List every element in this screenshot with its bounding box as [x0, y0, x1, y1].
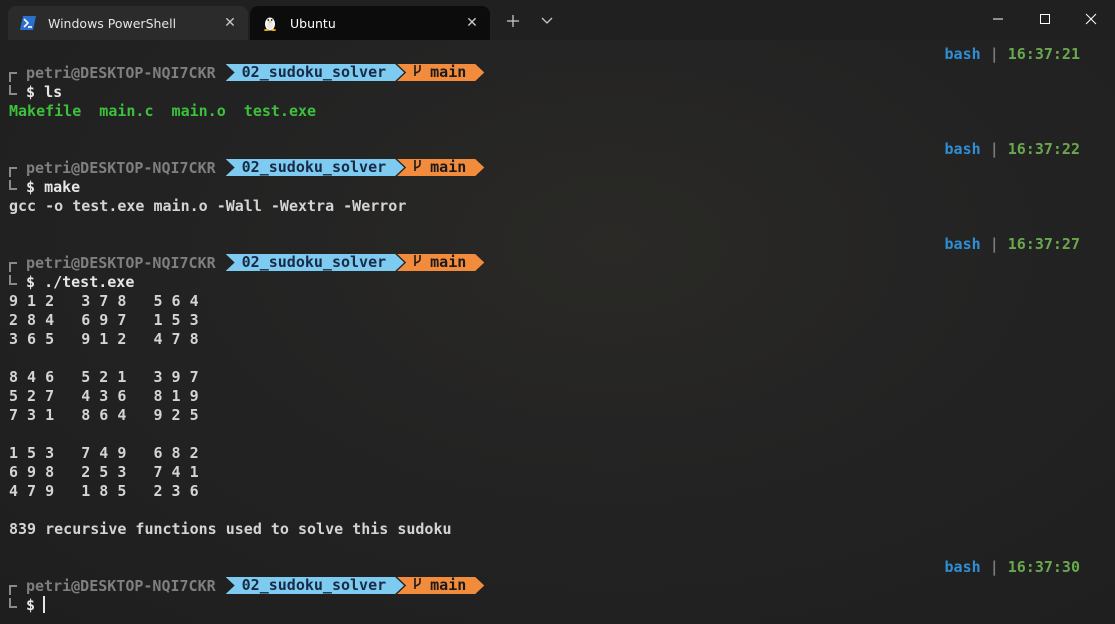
command-line: $ make: [9, 178, 80, 197]
git-branch-icon: [413, 158, 422, 177]
prompt-symbol: $: [26, 273, 36, 291]
output-line: 5 2 7 4 3 6 8 1 9: [9, 387, 199, 405]
terminal-output[interactable]: bash | 16:37:21 petri@DESKTOP-NQI7CKR 02_s…: [0, 40, 1115, 624]
git-branch-icon: [413, 576, 422, 595]
close-icon: [1085, 13, 1097, 25]
command-text: make: [44, 178, 81, 196]
prompt-line: petri@DESKTOP-NQI7CKR 02_sudoku_solver mai…: [9, 577, 484, 596]
output-line: Makefile main.c main.o test.exe: [9, 102, 317, 120]
prompt-corner-top: [9, 166, 17, 177]
user-host: petri@DESKTOP-NQI7CKR: [26, 64, 216, 82]
title-bar: Windows PowerShell ✕ Ubuntu ✕: [0, 0, 1115, 40]
branch-label: main: [430, 576, 467, 594]
git-segment: main: [397, 254, 484, 271]
right-prompt: bash | 16:37:27: [945, 235, 1080, 254]
command-line: $ ls: [9, 83, 62, 102]
git-segment: main: [397, 64, 484, 81]
branch-label: main: [430, 63, 467, 81]
output-line: 1 5 3 7 4 9 6 8 2: [9, 444, 199, 462]
powershell-icon: [20, 15, 36, 31]
shell-name: bash: [944, 45, 981, 63]
shell-name: bash: [944, 140, 981, 158]
tab-label: Ubuntu: [290, 15, 336, 31]
tab-windows-powershell[interactable]: Windows PowerShell ✕: [8, 6, 248, 40]
separator: |: [989, 140, 999, 158]
prompt-corner-bottom: [9, 179, 17, 190]
separator: |: [989, 235, 999, 253]
directory-segment: 02_sudoku_solver: [226, 64, 405, 81]
prompt-corner-bottom: [9, 597, 17, 608]
command-line: $ ./test.exe: [9, 273, 134, 292]
prompt-symbol: $: [26, 596, 36, 614]
prompt-corner-top: [9, 261, 17, 272]
output-line: 3 6 5 9 1 2 4 7 8: [9, 330, 199, 348]
output-line: 4 7 9 1 8 5 2 3 6: [9, 482, 199, 500]
directory-segment: 02_sudoku_solver: [226, 254, 405, 271]
close-icon[interactable]: ✕: [218, 11, 242, 35]
command-text: ls: [44, 83, 63, 101]
git-branch-icon: [413, 253, 422, 272]
directory-label: 02_sudoku_solver: [241, 63, 387, 81]
right-prompt: bash | 16:37:21: [945, 45, 1080, 64]
tab-dropdown-button[interactable]: [534, 10, 560, 32]
user-host: petri@DESKTOP-NQI7CKR: [26, 159, 216, 177]
branch-label: main: [430, 158, 467, 176]
directory-label: 02_sudoku_solver: [241, 253, 387, 271]
git-segment: main: [397, 577, 484, 594]
user-host: petri@DESKTOP-NQI7CKR: [26, 577, 216, 595]
output-line: 8 4 6 5 2 1 3 9 7: [9, 368, 199, 386]
tab-label: Windows PowerShell: [48, 15, 177, 31]
timestamp: 16:37:21: [1007, 45, 1080, 63]
git-segment: main: [397, 159, 484, 176]
output-line: 9 1 2 3 7 8 5 6 4: [9, 292, 199, 310]
prompt-symbol: $: [26, 178, 36, 196]
user-host: petri@DESKTOP-NQI7CKR: [26, 254, 216, 272]
separator: |: [989, 558, 999, 576]
prompt-corner-top: [9, 584, 17, 595]
timestamp: 16:37:27: [1007, 235, 1080, 253]
command-line: $: [9, 596, 46, 615]
output-line: 2 8 4 6 9 7 1 5 3: [9, 311, 199, 329]
prompt-corner-bottom: [9, 274, 17, 285]
directory-segment: 02_sudoku_solver: [226, 577, 405, 594]
prompt-line: petri@DESKTOP-NQI7CKR 02_sudoku_solver mai…: [9, 159, 484, 178]
output-line: gcc -o test.exe main.o -Wall -Wextra -We…: [9, 197, 407, 215]
command-text: ./test.exe: [44, 273, 135, 291]
git-branch-icon: [413, 63, 422, 82]
plus-icon: [507, 15, 519, 27]
close-icon[interactable]: ✕: [460, 11, 484, 35]
shell-name: bash: [944, 558, 981, 576]
timestamp: 16:37:30: [1007, 558, 1080, 576]
branch-label: main: [430, 253, 467, 271]
minimize-button[interactable]: [975, 0, 1021, 38]
shell-name: bash: [944, 235, 981, 253]
tab-ubuntu[interactable]: Ubuntu ✕: [250, 6, 490, 40]
output-line: 6 9 8 2 5 3 7 4 1: [9, 463, 199, 481]
prompt-symbol: $: [26, 83, 36, 101]
prompt-line: petri@DESKTOP-NQI7CKR 02_sudoku_solver mai…: [9, 64, 484, 83]
prompt-corner-bottom: [9, 84, 17, 95]
directory-label: 02_sudoku_solver: [241, 576, 387, 594]
output-line: 839 recursive functions used to solve th…: [9, 520, 452, 538]
minimize-icon: [993, 18, 1003, 20]
maximize-icon: [1040, 14, 1050, 24]
directory-segment: 02_sudoku_solver: [226, 159, 405, 176]
close-window-button[interactable]: [1068, 0, 1114, 38]
text-cursor: [43, 596, 46, 613]
maximize-button[interactable]: [1022, 0, 1068, 38]
prompt-corner-top: [9, 71, 17, 82]
linux-tux-icon: [262, 15, 278, 31]
right-prompt: bash | 16:37:22: [945, 140, 1080, 159]
right-prompt: bash | 16:37:30: [945, 558, 1080, 577]
directory-label: 02_sudoku_solver: [241, 158, 387, 176]
output-line: 7 3 1 8 6 4 9 2 5: [9, 406, 199, 424]
timestamp: 16:37:22: [1007, 140, 1080, 158]
separator: |: [989, 45, 999, 63]
chevron-down-icon: [541, 17, 553, 24]
new-tab-button[interactable]: [500, 10, 526, 32]
prompt-line: petri@DESKTOP-NQI7CKR 02_sudoku_solver mai…: [9, 254, 484, 273]
